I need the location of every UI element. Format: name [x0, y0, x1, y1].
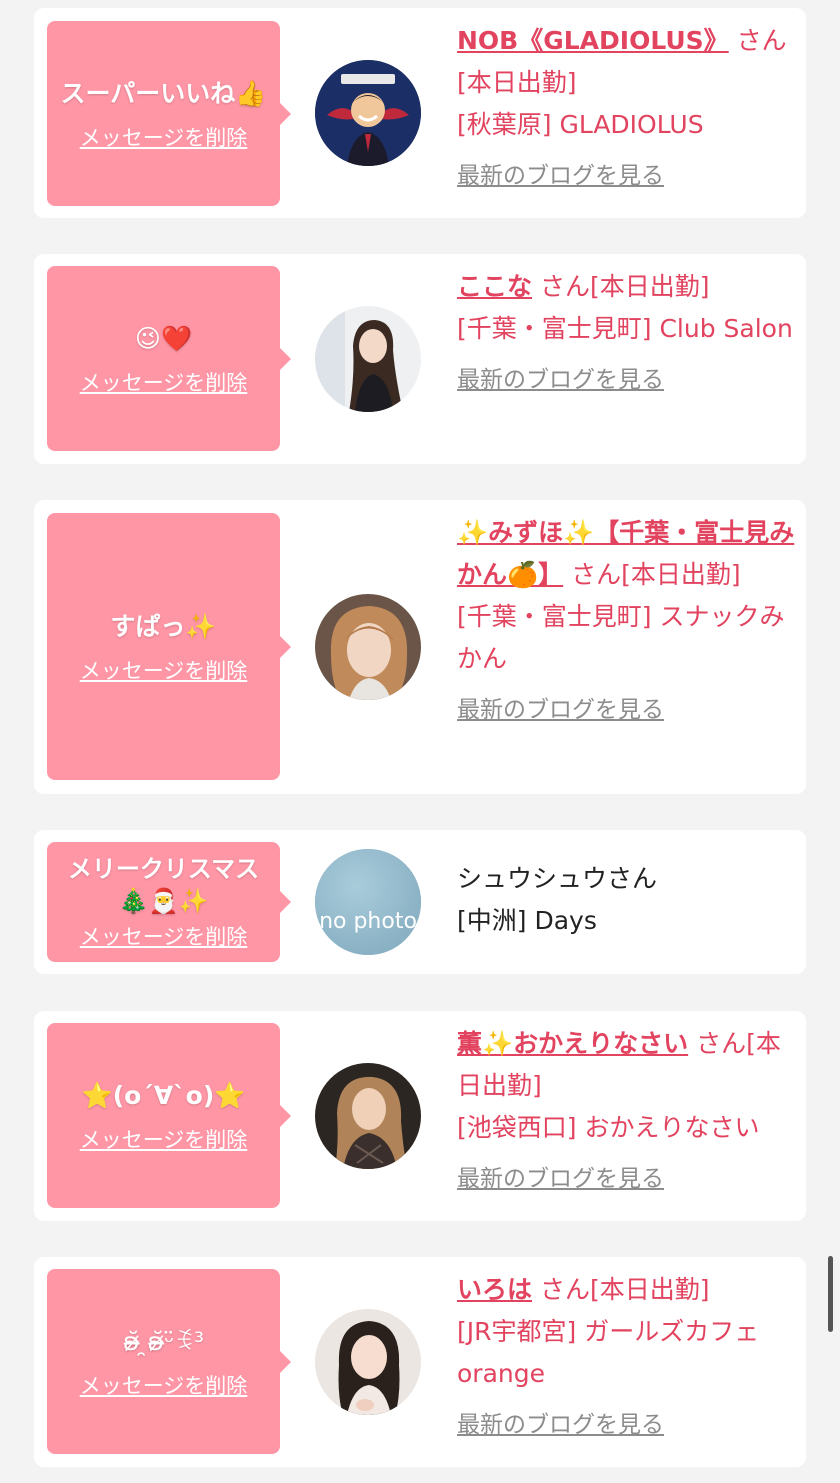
- message-text: ⭐(o´∀`o)⭐: [81, 1080, 246, 1110]
- message-bubble: メリークリスマス🎄🎅✨ メッセージを削除: [47, 842, 291, 962]
- message-text: メリークリスマス🎄🎅✨: [67, 855, 260, 915]
- latest-blog-link[interactable]: 最新のブログを見る: [457, 1405, 664, 1439]
- work-status: [本日出勤]: [457, 68, 577, 97]
- list-item: メリークリスマス🎄🎅✨ メッセージを削除 no photo シュウシュウさん […: [34, 830, 806, 974]
- honorific: さん: [736, 26, 787, 55]
- latest-blog-link[interactable]: 最新のブログを見る: [457, 1159, 664, 1193]
- message-text: 😉❤️: [134, 323, 193, 353]
- avatar-photo-icon: [315, 306, 421, 412]
- message-bubble: ʚ̴̶̷̆ ̯ʚ̴̶̷̆ᵕ̈ꉂ³ メッセージを削除: [47, 1269, 291, 1454]
- latest-blog-link[interactable]: 最新のブログを見る: [457, 156, 664, 190]
- cast-name-link[interactable]: いろは: [457, 1275, 532, 1304]
- message-text: すぱっ✨: [110, 611, 217, 641]
- list-item: すぱっ✨ メッセージを削除 ✨みずほ✨【千葉・富士見みかん🍊】 さん[本日出勤]…: [34, 500, 806, 794]
- message-bubble: ⭐(o´∀`o)⭐ メッセージを削除: [47, 1023, 291, 1208]
- honorific: さん: [696, 1029, 747, 1058]
- avatar-photo-icon: [315, 1309, 421, 1415]
- cast-name-link[interactable]: ここな: [457, 272, 532, 301]
- cast-info: NOB《GLADIOLUS》 さん[本日出勤] [秋葉原] GLADIOLUS …: [457, 20, 797, 190]
- cast-name-link[interactable]: 薫✨おかえりなさい: [457, 1029, 688, 1058]
- list-item: スーパーいいね👍 メッセージを削除 NOB《GLADIOLUS》 さん [本日出勤…: [34, 8, 806, 218]
- cast-info: 薫✨おかえりなさい さん[本日出勤] [池袋西口] おかえりなさい 最新のブログ…: [457, 1023, 797, 1193]
- avatar[interactable]: [315, 60, 421, 166]
- latest-blog-link[interactable]: 最新のブログを見る: [457, 360, 664, 394]
- delete-message-link[interactable]: メッセージを削除: [80, 655, 248, 685]
- message-text: スーパーいいね👍: [60, 78, 267, 108]
- shop-name: [中洲] Days: [457, 906, 597, 935]
- shop-name: [秋葉原] GLADIOLUS: [457, 110, 704, 139]
- delete-message-link[interactable]: メッセージを削除: [80, 1124, 248, 1154]
- honorific: さん: [539, 1275, 590, 1304]
- avatar[interactable]: [315, 306, 421, 412]
- latest-blog-link[interactable]: 最新のブログを見る: [457, 690, 664, 724]
- honorific: さん: [539, 272, 590, 301]
- message-bubble: すぱっ✨ メッセージを削除: [47, 513, 291, 780]
- delete-message-link[interactable]: メッセージを削除: [80, 1370, 248, 1400]
- avatar-red-wings-icon: [315, 60, 421, 166]
- avatar[interactable]: no photo: [315, 849, 421, 955]
- list-item: ʚ̴̶̷̆ ̯ʚ̴̶̷̆ᵕ̈ꉂ³ メッセージを削除 いろは さん[本日出勤] […: [34, 1257, 806, 1467]
- avatar[interactable]: [315, 1309, 421, 1415]
- shop-name: [池袋西口] おかえりなさい: [457, 1113, 760, 1142]
- cast-info: ここな さん[本日出勤] [千葉・富士見町] Club Salon 最新のブログ…: [457, 266, 797, 394]
- shop-name: [千葉・富士見町] Club Salon: [457, 314, 793, 343]
- message-bubble: 😉❤️ メッセージを削除: [47, 266, 291, 451]
- scrollbar[interactable]: [828, 1256, 833, 1332]
- cast-info: ✨みずほ✨【千葉・富士見みかん🍊】 さん[本日出勤] [千葉・富士見町] スナッ…: [457, 512, 797, 724]
- work-status: [本日出勤]: [589, 1275, 710, 1304]
- shop-name: [千葉・富士見町] スナックみかん: [457, 602, 785, 673]
- avatar-photo-icon: [315, 594, 421, 700]
- message-bubble: スーパーいいね👍 メッセージを削除: [47, 21, 291, 206]
- list-item: ⭐(o´∀`o)⭐ メッセージを削除 薫✨おかえりなさい さん[本日出勤] [池…: [34, 1011, 806, 1221]
- honorific: さん: [571, 560, 622, 589]
- delete-message-link[interactable]: メッセージを削除: [80, 921, 248, 951]
- list-item: 😉❤️ メッセージを削除 ここな さん[本日出勤] [千葉・富士見町] Club…: [34, 254, 806, 464]
- work-status: [本日出勤]: [589, 272, 710, 301]
- no-photo-placeholder-icon: [315, 849, 421, 955]
- cast-name-link[interactable]: NOB《GLADIOLUS》: [457, 26, 729, 55]
- message-list: スーパーいいね👍 メッセージを削除 NOB《GLADIOLUS》 さん[本日出勤…: [0, 0, 840, 1483]
- avatar[interactable]: [315, 1063, 421, 1169]
- avatar-photo-icon: [315, 1063, 421, 1169]
- cast-info: いろは さん[本日出勤] [JR宇都宮] ガールズカフェ orange 最新のブ…: [457, 1269, 797, 1439]
- cast-name: シュウシュウさん: [457, 864, 658, 893]
- delete-message-link[interactable]: メッセージを削除: [80, 122, 248, 152]
- no-photo-text: no photo: [319, 909, 417, 934]
- work-status: [本日出勤]: [621, 560, 741, 589]
- cast-info: シュウシュウさん [中洲] Days: [457, 858, 797, 942]
- delete-message-link[interactable]: メッセージを削除: [80, 367, 248, 397]
- avatar[interactable]: [315, 594, 421, 700]
- shop-name: [JR宇都宮] ガールズカフェ orange: [457, 1317, 760, 1388]
- message-text: ʚ̴̶̷̆ ̯ʚ̴̶̷̆ᵕ̈ꉂ³: [122, 1326, 205, 1356]
